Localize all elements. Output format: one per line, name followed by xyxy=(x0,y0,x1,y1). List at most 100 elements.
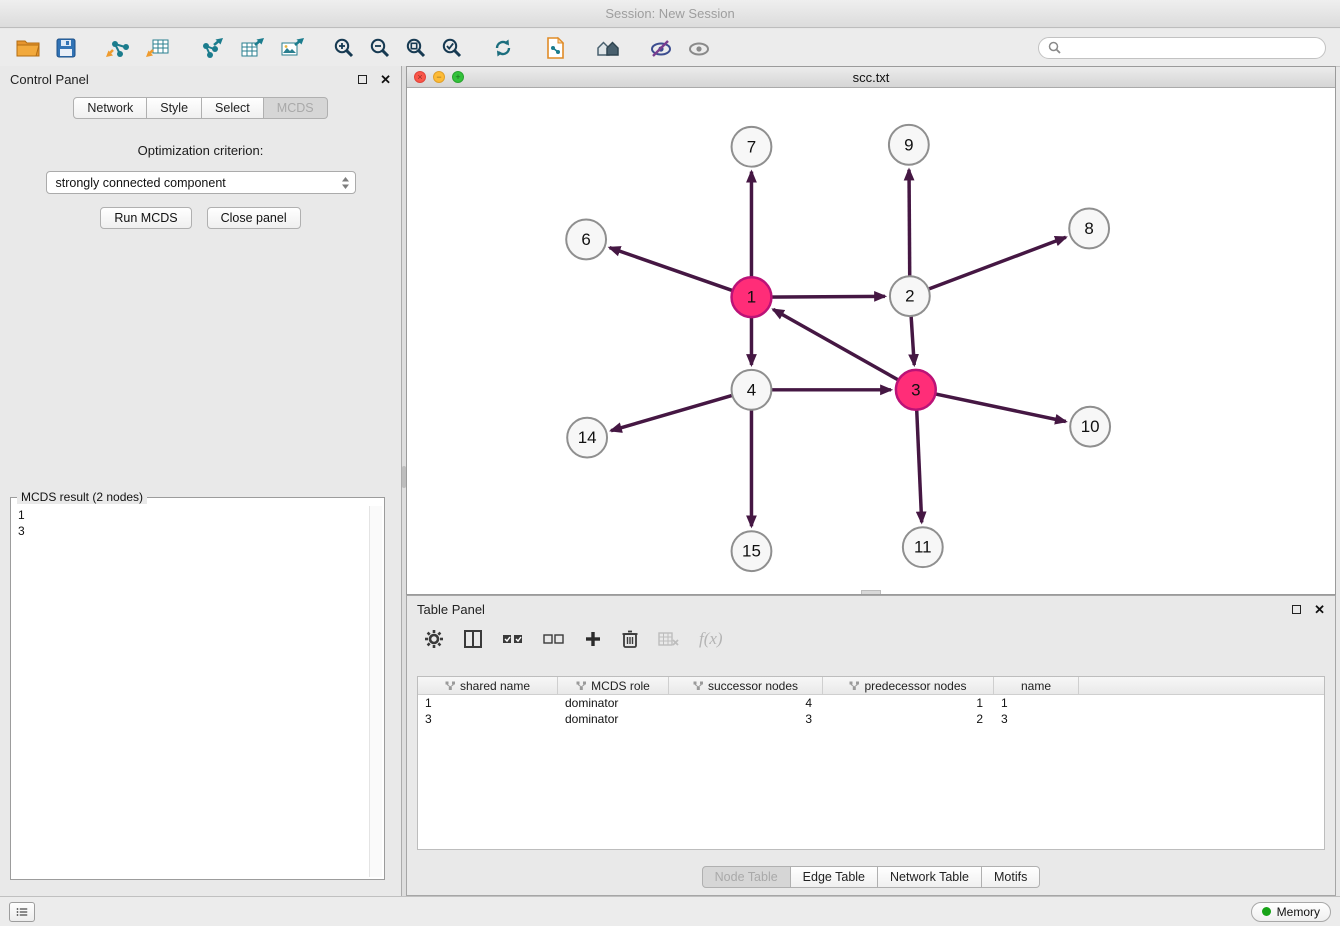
toggle-details-button[interactable] xyxy=(648,36,674,60)
trash-icon xyxy=(621,629,639,649)
column-header-mcds-role[interactable]: MCDS role xyxy=(558,677,669,694)
export-network-button[interactable] xyxy=(198,36,226,60)
zoom-fit-button[interactable] xyxy=(404,36,428,60)
close-panel-button[interactable]: Close panel xyxy=(207,207,301,229)
close-window-button[interactable]: × xyxy=(414,71,426,83)
float-panel-button[interactable] xyxy=(358,75,367,84)
delete-table-button[interactable] xyxy=(657,629,681,649)
cell-shared-name: 3 xyxy=(418,712,558,726)
tab-select[interactable]: Select xyxy=(202,97,264,119)
tab-network[interactable]: Network xyxy=(73,97,147,119)
export-group xyxy=(198,36,306,60)
column-header-name[interactable]: name xyxy=(994,677,1079,694)
graph-node-4[interactable]: 4 xyxy=(732,370,772,410)
task-history-button[interactable] xyxy=(9,902,35,922)
checked-boxes-icon xyxy=(502,631,524,647)
export-table-icon xyxy=(239,37,265,59)
column-header-predecessor-nodes[interactable]: predecessor nodes xyxy=(823,677,994,694)
unselect-all-columns-button[interactable] xyxy=(542,630,566,648)
tab-style[interactable]: Style xyxy=(147,97,202,119)
graph-node-10[interactable]: 10 xyxy=(1070,407,1110,447)
table-row[interactable]: 3 dominator 3 2 3 xyxy=(418,711,1324,727)
run-mcds-button[interactable]: Run MCDS xyxy=(100,207,191,229)
clone-network-button[interactable] xyxy=(542,35,568,61)
zoom-window-button[interactable]: + xyxy=(452,71,464,83)
close-table-panel-button[interactable]: ✕ xyxy=(1314,603,1325,616)
delete-column-button[interactable] xyxy=(620,628,640,650)
graph-edge-2-8[interactable] xyxy=(910,237,1066,296)
float-table-panel-button[interactable] xyxy=(1292,605,1301,614)
column-header-successor-nodes[interactable]: successor nodes xyxy=(669,677,823,694)
export-table-button[interactable] xyxy=(238,36,266,60)
function-builder-button[interactable]: f(x) xyxy=(698,628,724,650)
graph-node-9[interactable]: 9 xyxy=(889,125,929,165)
import-network-file-button[interactable] xyxy=(104,36,132,60)
network-canvas[interactable]: 7 9 6 8 1 2 4 3 14 10 15 11 xyxy=(407,88,1335,594)
criterion-select[interactable]: strongly connected component xyxy=(46,171,356,194)
graph-edge-3-1[interactable] xyxy=(773,309,916,389)
eye-button[interactable] xyxy=(686,36,712,60)
column-header-shared-name[interactable]: shared name xyxy=(418,677,558,694)
refresh-arrows-icon xyxy=(491,37,515,59)
import-group xyxy=(104,36,172,60)
session-home-button[interactable] xyxy=(594,36,622,60)
graph-node-6[interactable]: 6 xyxy=(566,219,606,259)
cell-predecessor-nodes: 1 xyxy=(823,696,994,710)
network-window-titlebar: scc.txt × − + xyxy=(407,67,1335,88)
select-all-columns-button[interactable] xyxy=(501,630,525,648)
open-file-button[interactable] xyxy=(14,36,42,60)
graph-edge-3-10[interactable] xyxy=(916,390,1066,422)
tab-node-table[interactable]: Node Table xyxy=(702,866,791,888)
graph-node-7[interactable]: 7 xyxy=(732,127,772,167)
list-icon xyxy=(16,906,28,918)
memory-label: Memory xyxy=(1277,905,1320,919)
import-network-icon xyxy=(105,37,131,59)
memory-status-dot xyxy=(1262,907,1271,916)
svg-text:10: 10 xyxy=(1081,417,1100,436)
zoom-out-icon xyxy=(369,37,391,59)
graph-node-8[interactable]: 8 xyxy=(1069,209,1109,249)
save-session-button[interactable] xyxy=(54,36,78,60)
result-line: 1 xyxy=(18,507,377,523)
add-column-button[interactable] xyxy=(583,629,603,649)
graph-node-3[interactable]: 3 xyxy=(896,370,936,410)
graph-node-14[interactable]: 14 xyxy=(567,418,607,458)
table-settings-button[interactable] xyxy=(423,628,445,650)
zoom-out-button[interactable] xyxy=(368,36,392,60)
graph-node-2[interactable]: 2 xyxy=(890,276,930,316)
close-panel-icon-button[interactable]: ✕ xyxy=(380,73,391,86)
export-network-icon xyxy=(199,37,225,59)
tab-motifs[interactable]: Motifs xyxy=(982,866,1040,888)
graph-node-15[interactable]: 15 xyxy=(732,531,772,571)
search-input[interactable] xyxy=(1067,40,1316,56)
result-scrollbar[interactable] xyxy=(369,506,382,877)
import-table-file-button[interactable] xyxy=(144,36,172,60)
tab-edge-table[interactable]: Edge Table xyxy=(791,866,878,888)
tab-network-table[interactable]: Network Table xyxy=(878,866,982,888)
horizontal-splitter-handle[interactable] xyxy=(861,590,881,594)
criterion-value: strongly connected component xyxy=(56,176,341,190)
cell-name: 1 xyxy=(994,696,1079,710)
clone-group xyxy=(542,35,568,61)
graph-edge-4-14[interactable] xyxy=(611,390,751,431)
tab-mcds[interactable]: MCDS xyxy=(264,97,328,119)
cell-mcds-role: dominator xyxy=(558,696,669,710)
apply-layout-button[interactable] xyxy=(490,36,516,60)
graph-node-1[interactable]: 1 xyxy=(732,277,772,317)
network-view-window: scc.txt × − + 7 9 6 8 1 2 4 3 14 10 15 11 xyxy=(406,66,1336,595)
table-row[interactable]: 1 dominator 4 1 1 xyxy=(418,695,1324,711)
memory-button[interactable]: Memory xyxy=(1251,902,1331,922)
graph-edge-1-6[interactable] xyxy=(610,248,752,298)
control-panel-header: Control Panel ✕ xyxy=(0,66,401,92)
search-box[interactable] xyxy=(1038,37,1326,59)
export-image-button[interactable] xyxy=(278,36,306,60)
svg-text:3: 3 xyxy=(911,380,920,399)
svg-text:2: 2 xyxy=(905,287,914,306)
show-column-button[interactable] xyxy=(462,628,484,650)
home-group xyxy=(594,36,622,60)
zoom-in-button[interactable] xyxy=(332,36,356,60)
zoom-selected-button[interactable] xyxy=(440,36,464,60)
svg-text:9: 9 xyxy=(904,135,913,154)
minimize-window-button[interactable]: − xyxy=(433,71,445,83)
graph-node-11[interactable]: 11 xyxy=(903,527,943,567)
